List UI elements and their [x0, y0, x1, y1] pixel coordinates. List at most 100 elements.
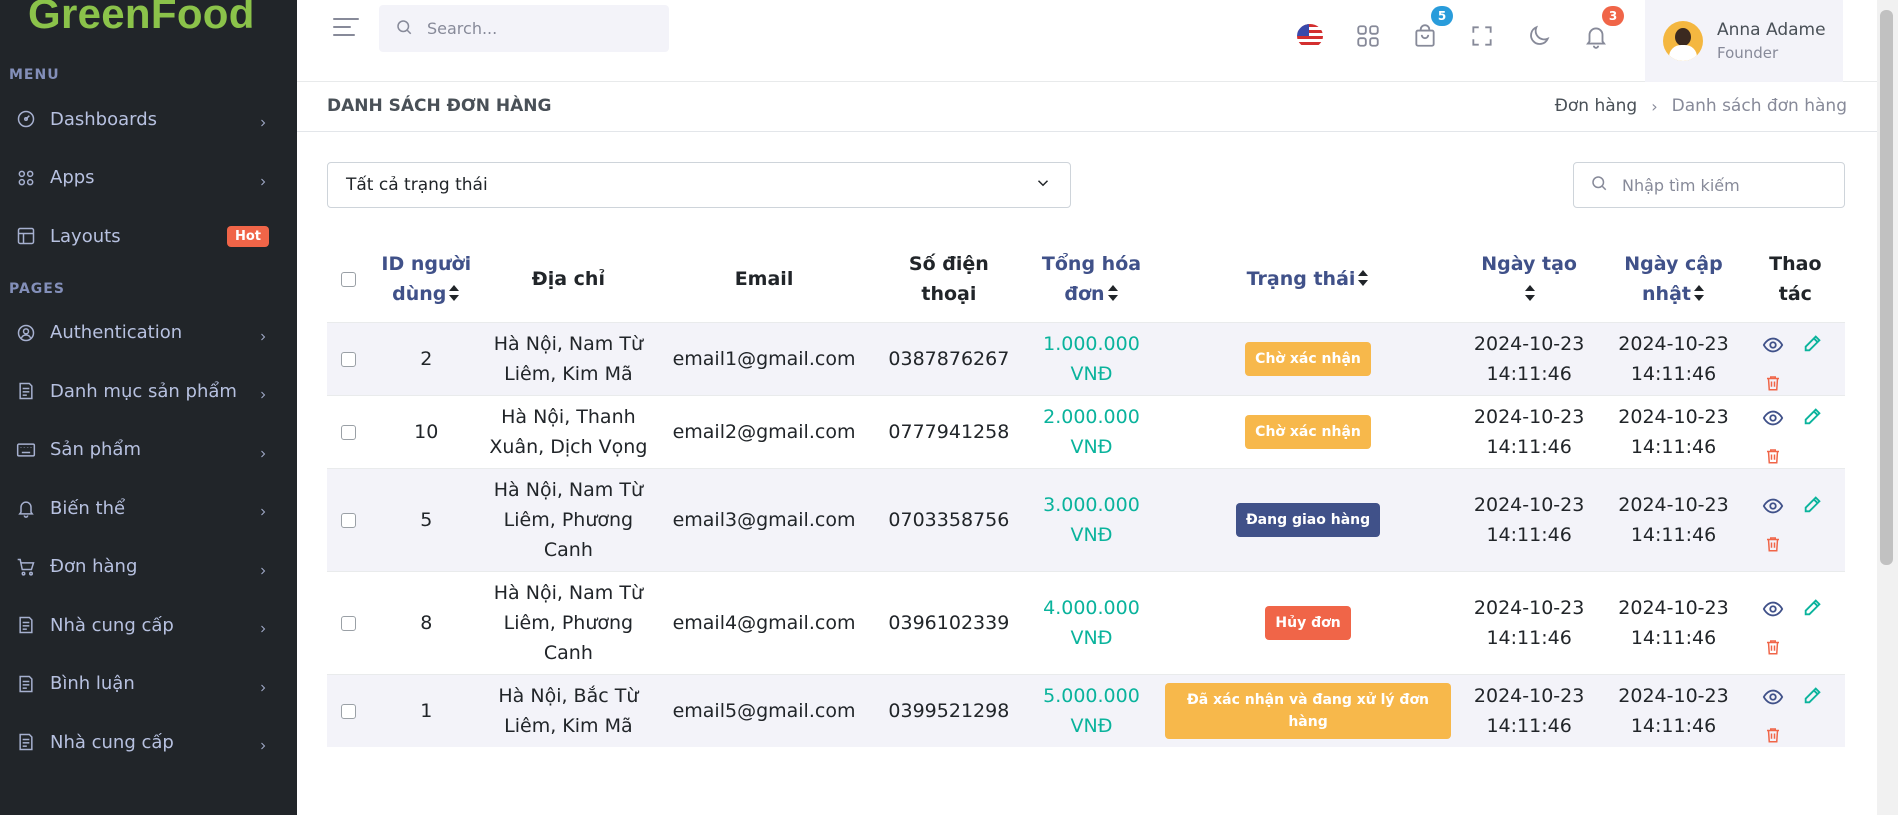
cell-email: email5@gmail.com — [654, 673, 874, 747]
search-icon — [395, 18, 413, 40]
cell-user-id: 10 — [369, 394, 483, 468]
view-eye-icon[interactable] — [1761, 406, 1785, 430]
top-search-input[interactable] — [427, 19, 647, 38]
delete-trash-icon[interactable] — [1761, 371, 1785, 395]
cell-phone: 0399521298 — [873, 673, 1024, 747]
sidebar-item-authentication[interactable]: Authentication — [0, 304, 297, 363]
sidebar-item-nha-cung-cap[interactable]: Nhà cung cấp — [0, 713, 297, 772]
cell-phone: 0387876267 — [873, 321, 1024, 395]
file-list-icon — [16, 674, 36, 694]
header-created[interactable]: Ngày tạo — [1457, 236, 1601, 322]
edit-pencil-icon[interactable] — [1801, 331, 1825, 355]
edit-pencil-icon[interactable] — [1801, 404, 1825, 428]
select-all-checkbox[interactable] — [340, 271, 356, 287]
apps-icon — [16, 168, 36, 188]
sidebar-item-danh-muc-san-pham[interactable]: Danh mục sản phẩm — [0, 362, 297, 421]
header-total[interactable]: Tổng hóa đơn — [1024, 236, 1159, 322]
hamburger-menu-icon[interactable] — [333, 18, 359, 40]
delete-trash-icon[interactable] — [1761, 723, 1785, 747]
header-user-id[interactable]: ID người dùng — [370, 236, 483, 322]
scrollbar-thumb[interactable] — [1880, 10, 1893, 565]
pages-section-title: PAGES — [9, 280, 65, 297]
orders-card: Tất cả trạng thái ID người dùng Địa chỉ … — [297, 132, 1877, 815]
top-search[interactable] — [379, 5, 669, 52]
user-circle-icon — [16, 323, 36, 343]
table-search-input[interactable] — [1622, 175, 1822, 195]
sidebar-item-label: Bình luận — [50, 673, 135, 695]
cell-updated: 2024-10-23 14:11:46 — [1601, 394, 1746, 468]
view-eye-icon[interactable] — [1761, 333, 1785, 357]
breadcrumb-item-orders[interactable]: Đơn hàng — [1555, 96, 1638, 116]
breadcrumb: Đơn hàng › Danh sách đơn hàng — [1555, 96, 1847, 116]
cell-email: email4@gmail.com — [654, 570, 874, 674]
delete-trash-icon[interactable] — [1761, 444, 1785, 468]
sidebar-item-don-hang[interactable]: Đơn hàng — [0, 538, 297, 597]
header-phone: Số điện thoại — [908, 252, 989, 305]
row-checkbox[interactable] — [340, 615, 356, 631]
delete-trash-icon[interactable] — [1761, 635, 1785, 659]
sidebar-item-nha-cung-cap[interactable]: Nhà cung cấp — [0, 596, 297, 655]
keyboard-icon — [16, 440, 36, 460]
us-flag-icon[interactable] — [1297, 24, 1323, 48]
row-checkbox[interactable] — [340, 512, 356, 528]
gauge-icon — [16, 109, 36, 129]
user-role: Founder — [1717, 44, 1779, 62]
edit-pencil-icon[interactable] — [1801, 492, 1825, 516]
table-row: 2 Hà Nội, Nam Từ Liêm, Kim Mã email1@gmail… — [327, 321, 1845, 395]
cell-created: 2024-10-23 14:11:46 — [1456, 673, 1602, 747]
sidebar-item-layouts[interactable]: Layouts Hot — [0, 207, 297, 266]
page-scrollbar[interactable] — [1877, 0, 1898, 815]
sidebar-item-bien-the[interactable]: Biến thể — [0, 479, 297, 538]
fullscreen-icon[interactable] — [1468, 22, 1496, 50]
cell-updated: 2024-10-23 14:11:46 — [1601, 570, 1746, 674]
chevron-right-icon — [257, 619, 269, 633]
row-select-cell — [327, 394, 370, 468]
cell-status: Chờ xác nhận — [1159, 321, 1457, 395]
cell-address: Hà Nội, Nam Từ Liêm, Phương Canh — [482, 570, 655, 674]
brand-logo[interactable]: GreenFood — [0, 0, 297, 40]
view-eye-icon[interactable] — [1761, 494, 1785, 518]
apps-grid-icon[interactable] — [1354, 22, 1382, 50]
notification-badge: 3 — [1602, 6, 1624, 26]
header-status[interactable]: Trạng thái — [1159, 236, 1457, 322]
chevron-right-icon — [257, 327, 269, 341]
sort-icon — [1357, 266, 1369, 286]
sidebar-item-san-pham[interactable]: Sản phẩm — [0, 421, 297, 480]
cell-total: 2.000.000 VNĐ — [1023, 394, 1160, 468]
chevron-right-icon — [257, 678, 269, 692]
status-filter-select[interactable]: Tất cả trạng thái — [327, 162, 1071, 208]
delete-trash-icon[interactable] — [1761, 532, 1785, 556]
row-select-cell — [327, 570, 370, 674]
status-badge: Đang giao hàng — [1235, 502, 1381, 537]
status-filter-value: Tất cả trạng thái — [346, 175, 488, 195]
sidebar-item-apps[interactable]: Apps — [0, 149, 297, 208]
chevron-right-icon: › — [1651, 96, 1658, 116]
edit-pencil-icon[interactable] — [1801, 683, 1825, 707]
sidebar-item-label: Nhà cung cấp — [50, 731, 174, 753]
view-eye-icon[interactable] — [1761, 597, 1785, 621]
edit-pencil-icon[interactable] — [1801, 595, 1825, 619]
header-updated[interactable]: Ngày cập nhật — [1601, 236, 1745, 322]
layout-icon — [16, 226, 36, 246]
avatar — [1663, 21, 1703, 61]
file-list-icon — [16, 732, 36, 752]
cell-email: email2@gmail.com — [654, 394, 874, 468]
dark-mode-moon-icon[interactable] — [1525, 22, 1553, 50]
cell-phone: 0703358756 — [873, 467, 1024, 571]
row-checkbox[interactable] — [340, 424, 356, 440]
cell-phone: 0777941258 — [873, 394, 1024, 468]
user-profile-dropdown[interactable]: Anna Adame Founder — [1645, 0, 1843, 82]
notification-bell-icon[interactable]: 3 — [1582, 6, 1624, 50]
table-search[interactable] — [1573, 162, 1845, 208]
view-eye-icon[interactable] — [1761, 685, 1785, 709]
row-checkbox[interactable] — [340, 351, 356, 367]
sidebar-item-binh-luan[interactable]: Bình luận — [0, 655, 297, 714]
cell-address: Hà Nội, Thanh Xuân, Dịch Vọng — [482, 394, 655, 468]
brand-name: GreenFood — [28, 0, 255, 37]
sidebar-item-dashboards[interactable]: Dashboards — [0, 90, 297, 149]
cell-address: Hà Nội, Nam Từ Liêm, Kim Mã — [482, 321, 655, 395]
cell-updated: 2024-10-23 14:11:46 — [1601, 321, 1746, 395]
row-checkbox[interactable] — [340, 703, 356, 719]
shopping-bag-icon[interactable]: 5 — [1411, 6, 1453, 50]
cell-status: Chờ xác nhận — [1159, 394, 1457, 468]
